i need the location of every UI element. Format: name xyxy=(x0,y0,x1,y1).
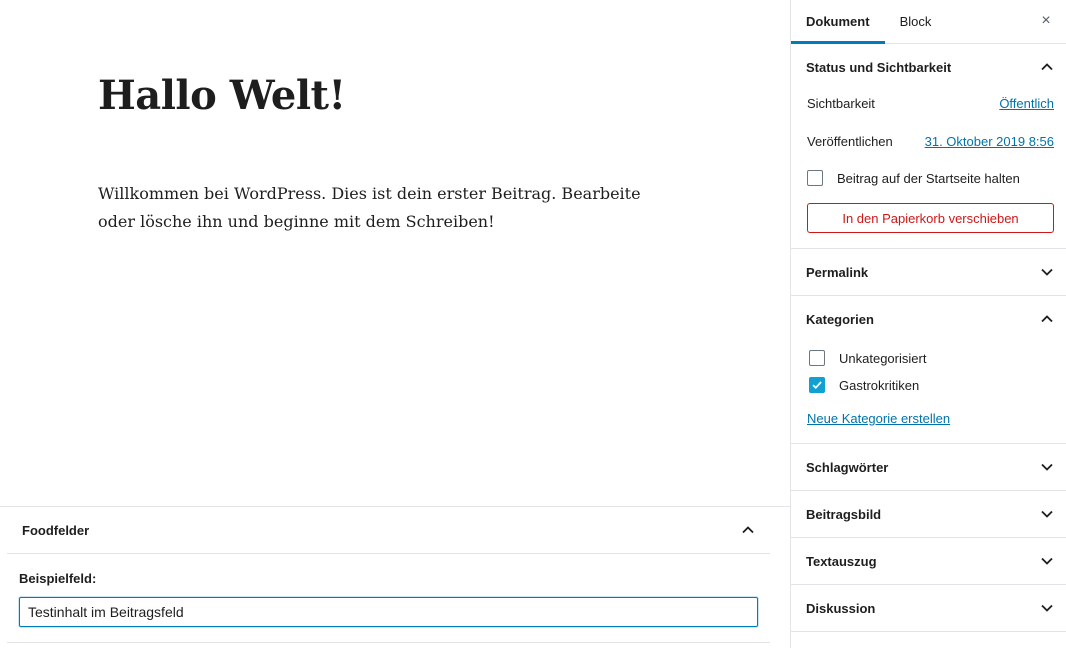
beispielfeld-input[interactable] xyxy=(19,597,758,627)
panel-header-excerpt[interactable]: Textauszug xyxy=(791,538,1066,584)
visibility-label: Sichtbarkeit xyxy=(807,95,875,111)
panel-body-status: Sichtbarkeit Öffentlich Veröffentlichen … xyxy=(791,92,1066,248)
panel-header-featured-image[interactable]: Beitragsbild xyxy=(791,491,1066,537)
beispielfeld-label: Beispielfeld: xyxy=(19,571,97,586)
post-content-paragraph[interactable]: Willkommen bei WordPress. Dies ist dein … xyxy=(98,180,678,236)
metabox-body: Beispielfeld: xyxy=(19,571,758,627)
chevron-down-icon xyxy=(1040,554,1054,568)
sticky-label: Beitrag auf der Startseite halten xyxy=(837,170,1020,186)
category-checkbox-gastrokritiken[interactable] xyxy=(809,377,825,393)
chevron-down-icon xyxy=(1040,601,1054,615)
panel-excerpt: Textauszug xyxy=(791,538,1066,585)
chevron-up-icon xyxy=(1040,312,1054,326)
panel-title-tags: Schlagwörter xyxy=(806,459,889,475)
panel-body-categories: Unkategorisiert Gastrokritiken Neue Kate… xyxy=(791,348,1066,443)
editor-canvas: Hallo Welt! Willkommen bei WordPress. Di… xyxy=(0,0,790,648)
category-label: Gastrokritiken xyxy=(839,377,920,393)
panel-permalink: Permalink xyxy=(791,249,1066,296)
metabox-header[interactable]: Foodfelder xyxy=(7,507,770,554)
panel-title-discussion: Diskussion xyxy=(806,600,876,616)
checkmark-icon xyxy=(812,381,822,390)
sticky-checkbox-row[interactable]: Beitrag auf der Startseite halten xyxy=(807,170,1054,186)
publish-label: Veröffentlichen xyxy=(807,133,893,149)
publish-date-link[interactable]: 31. Oktober 2019 8:56 xyxy=(925,134,1054,149)
panel-title-status: Status und Sichtbarkeit xyxy=(806,59,952,75)
category-item[interactable]: Gastrokritiken xyxy=(807,375,1054,395)
tab-block[interactable]: Block xyxy=(885,0,947,43)
post-title[interactable]: Hallo Welt! xyxy=(98,72,346,119)
panel-title-permalink: Permalink xyxy=(806,264,869,280)
move-to-trash-button[interactable]: In den Papierkorb verschieben xyxy=(807,203,1054,233)
new-category-link[interactable]: Neue Kategorie erstellen xyxy=(807,411,950,426)
sidebar-tabs: Dokument Block × xyxy=(791,0,1066,44)
panel-header-status[interactable]: Status und Sichtbarkeit xyxy=(791,44,1066,90)
panel-header-permalink[interactable]: Permalink xyxy=(791,249,1066,295)
chevron-down-icon xyxy=(1040,507,1054,521)
close-icon[interactable]: × xyxy=(1036,11,1056,31)
category-label: Unkategorisiert xyxy=(839,350,927,366)
visibility-row: Sichtbarkeit Öffentlich xyxy=(807,92,1054,114)
panel-tags: Schlagwörter xyxy=(791,444,1066,491)
panel-title-excerpt: Textauszug xyxy=(806,553,877,569)
panel-header-discussion[interactable]: Diskussion xyxy=(791,585,1066,631)
panel-title-categories: Kategorien xyxy=(806,311,874,327)
chevron-down-icon xyxy=(1040,460,1054,474)
panel-status-visibility: Status und Sichtbarkeit Sichtbarkeit Öff… xyxy=(791,44,1066,249)
metabox-divider xyxy=(7,642,770,643)
chevron-down-icon xyxy=(1040,265,1054,279)
panel-categories: Kategorien Unkategorisiert Gastrokritike… xyxy=(791,296,1066,444)
sticky-checkbox[interactable] xyxy=(807,170,823,186)
chevron-up-icon xyxy=(1040,60,1054,74)
tab-dokument[interactable]: Dokument xyxy=(791,0,885,44)
foodfelder-metabox: Foodfelder Beispielfeld: xyxy=(0,506,790,648)
category-checkbox-unkategorisiert[interactable] xyxy=(809,350,825,366)
visibility-link[interactable]: Öffentlich xyxy=(999,96,1054,111)
panel-header-categories[interactable]: Kategorien xyxy=(791,296,1066,342)
panel-discussion: Diskussion xyxy=(791,585,1066,632)
publish-row: Veröffentlichen 31. Oktober 2019 8:56 xyxy=(807,130,1054,152)
metabox-title: Foodfelder xyxy=(22,522,90,538)
category-item[interactable]: Unkategorisiert xyxy=(807,348,1054,368)
settings-sidebar: Dokument Block × Status und Sichtbarkeit… xyxy=(790,0,1066,648)
chevron-up-icon[interactable] xyxy=(741,523,755,537)
panel-featured-image: Beitragsbild xyxy=(791,491,1066,538)
panel-header-tags[interactable]: Schlagwörter xyxy=(791,444,1066,490)
panel-title-featured-image: Beitragsbild xyxy=(806,506,882,522)
